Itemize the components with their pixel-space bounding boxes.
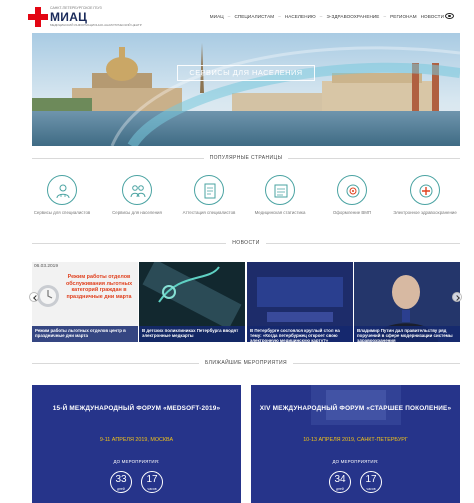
popular-item-label: Аттестация специалистов [182, 210, 236, 215]
doctor-icon [56, 184, 70, 199]
nav-item-e-health[interactable]: Э-ЗДРАВООХРАНЕНИЕ [326, 14, 379, 19]
news-caption: В детских поликлиниках Петербурга вводят… [139, 326, 245, 342]
event-countdown-label: ДО МЕРОПРИЯТИЯ: [332, 459, 379, 464]
news-card[interactable]: 06.03.2019 Режим работы отделов обслужив… [32, 262, 138, 342]
target-icon [346, 184, 360, 198]
news-caption: Режим работы льготных отделов центр в пр… [32, 326, 138, 342]
medical-plus-icon [419, 184, 433, 198]
event-card-medsoft[interactable]: 15-Й МЕЖДУНАРОДНЫЙ ФОРУМ «MEDSOFT-2019» … [32, 385, 241, 503]
nav-separator: – [383, 14, 387, 19]
popular-item-label: Оформление ВМП [332, 210, 372, 215]
family-icon [130, 185, 146, 198]
document-icon [204, 183, 216, 199]
nav-separator: – [227, 14, 231, 19]
site-header: САНКТ-ПЕТЕРБУРГСКОЕ ГБУЗ МИАЦ МЕДИЦИНСКИ… [0, 0, 474, 32]
news-card[interactable]: В детских поликлиниках Петербурга вводят… [139, 262, 245, 342]
nav-item-population[interactable]: НАСЕЛЕНИЮ [285, 14, 316, 19]
popular-pages-heading: ПОПУЛЯРНЫЕ СТРАНИЦЫ [32, 153, 460, 163]
event-title: 15-Й МЕЖДУНАРОДНЫЙ ФОРУМ «MEDSOFT-2019» [52, 405, 221, 412]
countdown-days: 34 дней [329, 471, 351, 493]
popular-item-specialists[interactable]: Сервисы для специалистов [26, 175, 98, 230]
nav-item-miac[interactable]: МИАЦ [210, 14, 224, 19]
event-date: 9-11 АПРЕЛЯ 2019, МОСКВА [99, 437, 174, 443]
news-caption: Владимир Путин дал правительству ряд пор… [354, 326, 460, 342]
event-title: XIV МЕЖДУНАРОДНЫЙ ФОРУМ «СТАРШЕЕ ПОКОЛЕН… [259, 405, 452, 412]
hero-banner[interactable]: СЕРВИСЫ ДЛЯ НАСЕЛЕНИЯ [32, 33, 460, 146]
news-featured-headline: Режим работы отделов обслуживания льготн… [65, 274, 133, 300]
news-caption: В Петербурге состоялся круглый стол на т… [247, 326, 353, 342]
section-label: БЛИЖАЙШИЕ МЕРОПРИЯТИЯ [205, 360, 288, 366]
news-carousel: 06.03.2019 Режим работы отделов обслужив… [29, 262, 462, 342]
popular-item-label: Сервисы для специалистов [33, 210, 91, 215]
logo-sub-text: МЕДИЦИНСКИЙ ИНФОРМАЦИОННО-АНАЛИТИЧЕСКИЙ … [50, 23, 142, 27]
section-label: НОВОСТИ [232, 240, 260, 246]
countdown-hours: 17 часов [360, 471, 382, 493]
section-label: ПОПУЛЯРНЫЕ СТРАНИЦЫ [209, 155, 283, 161]
event-countdown-label: ДО МЕРОПРИЯТИЯ: [113, 459, 160, 464]
news-heading: НОВОСТИ [32, 238, 461, 248]
popular-item-vmp[interactable]: Оформление ВМП [316, 175, 388, 230]
news-date: 06.03.2019 [34, 264, 59, 269]
news-card[interactable]: Владимир Путин дал правительству ряд пор… [354, 262, 460, 342]
red-cross-icon [28, 7, 48, 27]
nav-separator: – [319, 14, 323, 19]
logo-name: МИАЦ [50, 10, 88, 24]
event-date: 10-13 АПРЕЛЯ 2019, САНКТ-ПЕТЕРБУРГ [303, 437, 408, 443]
event-countdown: 34 дней 17 часов [251, 471, 460, 493]
events-heading: БЛИЖАЙШИЕ МЕРОПРИЯТИЯ [32, 358, 461, 368]
countdown-days: 33 дней [110, 471, 132, 493]
nav-item-specialists[interactable]: СПЕЦИАЛИСТАМ [234, 14, 274, 19]
hero-title[interactable]: СЕРВИСЫ ДЛЯ НАСЕЛЕНИЯ [177, 65, 315, 81]
popular-item-label: Сервисы для населения [112, 210, 162, 215]
nav-item-news[interactable]: НОВОСТИ [421, 14, 444, 19]
miac-logo[interactable]: САНКТ-ПЕТЕРБУРГСКОЕ ГБУЗ МИАЦ МЕДИЦИНСКИ… [28, 6, 142, 28]
clock-icon [37, 285, 59, 307]
main-nav: МИАЦ – СПЕЦИАЛИСТАМ – НАСЕЛЕНИЮ – Э-ЗДРА… [210, 14, 444, 19]
popular-item-label: Медицинская статистика [254, 210, 306, 215]
popular-item-e-health[interactable]: Электронное здравоохранение [389, 175, 461, 230]
news-prev-arrow[interactable] [29, 292, 39, 302]
eye-icon[interactable] [445, 13, 454, 19]
news-card[interactable]: В Петербурге состоялся круглый стол на т… [247, 262, 353, 342]
event-countdown: 33 дней 17 часов [32, 471, 241, 493]
popular-item-population[interactable]: Сервисы для населения [101, 175, 173, 230]
popular-item-attestation[interactable]: Аттестация специалистов [173, 175, 245, 230]
popular-item-statistics[interactable]: Медицинская статистика [244, 175, 316, 230]
chart-icon [274, 184, 288, 198]
nav-separator: – [278, 14, 281, 19]
hero-city-illustration [32, 33, 460, 146]
news-next-arrow[interactable] [452, 292, 462, 302]
countdown-hours: 17 часов [141, 471, 163, 493]
nav-item-regions[interactable]: РЕГИОНАМ [390, 14, 417, 19]
event-card-elder-generation[interactable]: XIV МЕЖДУНАРОДНЫЙ ФОРУМ «СТАРШЕЕ ПОКОЛЕН… [251, 385, 460, 503]
popular-item-label: Электронное здравоохранение [393, 210, 457, 215]
